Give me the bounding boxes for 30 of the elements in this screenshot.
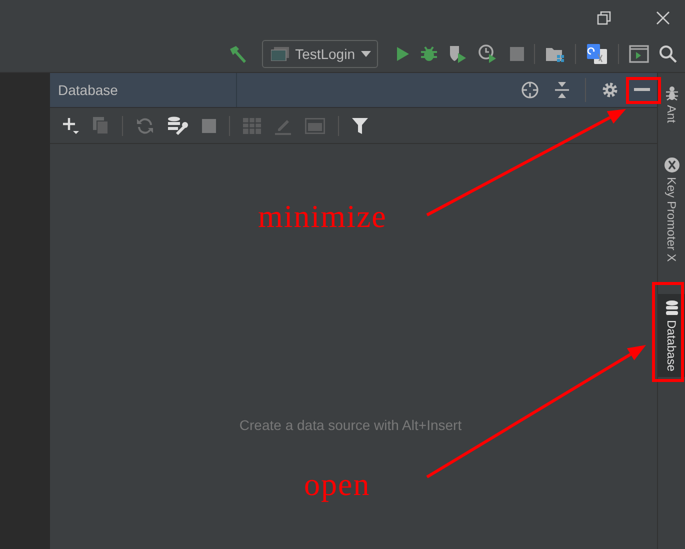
- translate-button[interactable]: [586, 43, 608, 65]
- run-configuration-dropdown[interactable]: TestLogin: [262, 40, 378, 68]
- highlight-frame: [626, 77, 661, 104]
- hammer-button[interactable]: [228, 45, 248, 63]
- play-button[interactable]: [396, 46, 410, 62]
- empty-state-text: Create a data source with Alt+Insert: [239, 417, 462, 433]
- database-icon: [664, 300, 678, 316]
- terminal-button[interactable]: [629, 45, 649, 63]
- restore-button[interactable]: [597, 11, 611, 25]
- minimize-button[interactable]: [634, 88, 650, 92]
- crosshair-button[interactable]: [521, 81, 539, 99]
- database-wrench-button[interactable]: [167, 116, 189, 136]
- search-button[interactable]: [659, 45, 677, 63]
- x-badge-icon: [664, 157, 680, 174]
- ant-icon: [664, 85, 678, 101]
- tool-window-title: Database: [57, 82, 119, 98]
- folder-button[interactable]: [545, 45, 565, 63]
- annotation-text: minimize: [258, 198, 387, 234]
- annotation-text: open: [304, 466, 370, 502]
- shield-play-button[interactable]: [448, 44, 468, 64]
- add-button[interactable]: [62, 116, 80, 134]
- windows-icon: [271, 47, 290, 61]
- filter-button[interactable]: [352, 116, 368, 134]
- settings-button[interactable]: [601, 81, 619, 99]
- tool-window-tab[interactable]: Key Promoter X: [658, 151, 685, 268]
- collapse-button[interactable]: [554, 81, 570, 99]
- tool-window-tab[interactable]: Ant: [658, 79, 685, 130]
- close-button[interactable]: [656, 11, 670, 25]
- bug-button[interactable]: [420, 45, 438, 63]
- caret-icon: [361, 51, 371, 57]
